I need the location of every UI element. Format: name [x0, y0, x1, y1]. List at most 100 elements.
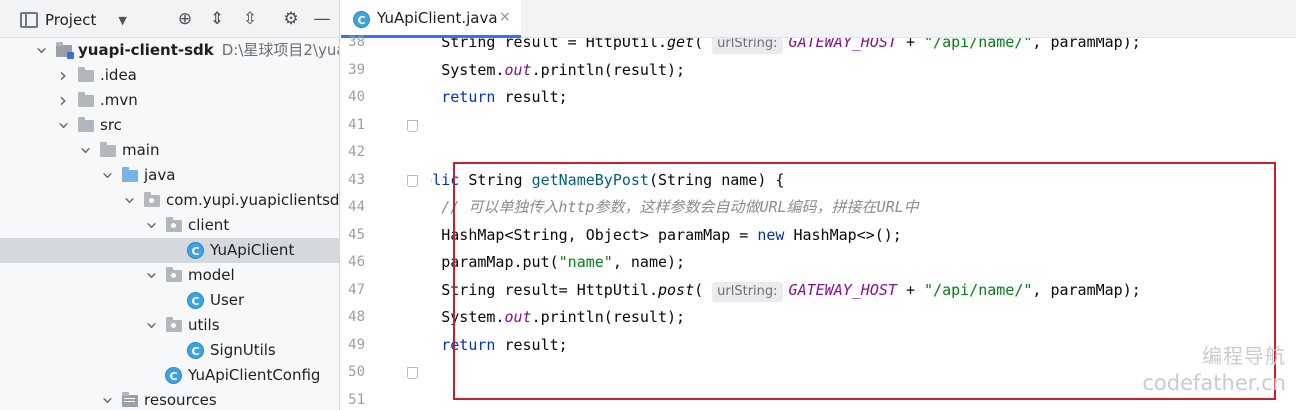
tree-item-label: .mvn	[100, 88, 138, 113]
code-token: out	[504, 308, 532, 326]
fold-marker-icon[interactable]	[407, 174, 418, 187]
code-line: public String getNameByPost(String name)…	[431, 167, 784, 194]
chevron-down-icon[interactable]	[144, 263, 158, 291]
crosshair-icon[interactable]: ⊕	[174, 8, 196, 30]
tree-item-label: resources	[144, 388, 217, 410]
project-view-selector[interactable]: Project ▼	[20, 9, 127, 31]
tree-item-text: yuapi-client-sdk	[78, 41, 214, 59]
java-class-icon: C	[165, 367, 182, 384]
line-number: 41	[348, 116, 365, 133]
code-token: String result = HttpUtil.	[441, 38, 668, 51]
line-number-gutter: 38 39 40 41 42 43 44 45 46 47 48 49 50 51	[341, 34, 418, 410]
fold-marker-icon[interactable]	[407, 367, 418, 379]
minimize-icon[interactable]: —	[311, 8, 333, 30]
tree-item-text: resources	[144, 391, 217, 409]
tree-item-text: utils	[188, 316, 220, 334]
fold-marker-icon[interactable]	[407, 119, 418, 132]
project-panel-icon	[20, 12, 38, 28]
code-token: System.	[441, 308, 505, 326]
tree-item-signutils[interactable]: C SignUtils	[0, 338, 339, 363]
java-class-icon: C	[353, 11, 370, 28]
source-folder-icon	[122, 167, 138, 182]
chevron-down-icon[interactable]	[144, 313, 158, 341]
module-path: D:\星球项目2\yuapi-b	[221, 41, 339, 59]
code-line: // 可以单独传入http参数，这样参数会自动做URL编码，拼接在URL中	[431, 194, 918, 221]
tree-item-utils[interactable]: utils	[0, 313, 339, 341]
tab-label: YuApiClient.java	[377, 9, 498, 27]
code-token: +	[896, 38, 925, 51]
tree-item-user[interactable]: C User	[0, 288, 339, 313]
tree-item-text: src	[100, 116, 122, 134]
chevron-down-icon[interactable]	[122, 188, 136, 216]
tree-item-label: yuapi-client-sdk D:\星球项目2\yuapi-b	[78, 38, 339, 63]
resources-folder-icon	[122, 392, 138, 407]
chevron-down-icon[interactable]: ▼	[118, 14, 126, 27]
chevron-down-icon[interactable]	[100, 388, 114, 410]
chevron-right-icon[interactable]	[56, 88, 70, 116]
package-folder-icon	[166, 267, 182, 282]
code-line: String result= HttpUtil.post( urlString:…	[431, 277, 1141, 304]
code-token: paramMap.put(	[441, 253, 559, 271]
folder-icon	[78, 117, 94, 132]
tree-item-idea[interactable]: .idea	[0, 63, 339, 91]
watermark-cn: 编程导航	[1202, 344, 1286, 368]
close-icon[interactable]: ×	[499, 9, 511, 25]
folder-icon	[78, 67, 94, 82]
editor-tab-bar: C YuApiClient.java ×	[341, 0, 1296, 38]
collapse-all-icon[interactable]: ⇳	[239, 8, 261, 30]
java-class-icon: C	[187, 292, 204, 309]
tree-item-yuapiclient[interactable]: C YuApiClient	[0, 238, 339, 263]
chevron-down-icon[interactable]	[144, 213, 158, 241]
tree-item-yuapiclientconfig[interactable]: C YuApiClientConfig	[0, 363, 339, 388]
parameter-hint: urlString:	[712, 281, 783, 302]
code-token: (	[694, 38, 713, 51]
expand-all-icon[interactable]: ⇕	[206, 8, 228, 30]
chevron-down-icon[interactable]	[34, 38, 48, 66]
tree-item-java[interactable]: java	[0, 163, 339, 191]
code-token: HashMap<String, Object> paramMap =	[441, 225, 749, 244]
project-tool-window: Project ▼ ⊕ ⇕ ⇳ ⚙ — yuapi-client-sdk D:\星…	[0, 0, 340, 410]
tree-item-text: SignUtils	[210, 341, 276, 359]
code-line: return result;	[431, 84, 567, 111]
code-line: System.out.println(result);	[431, 304, 685, 331]
code-token: .println(result);	[531, 308, 686, 326]
package-folder-icon	[144, 192, 160, 207]
tab-yuapiclient-java[interactable]: C YuApiClient.java ×	[341, 0, 521, 38]
code-token: GATEWAY_HOST	[788, 280, 897, 299]
code-token: return	[441, 335, 496, 354]
line-number: 44	[348, 199, 365, 215]
tree-item-src[interactable]: src	[0, 113, 339, 141]
project-panel-header: Project ▼ ⊕ ⇕ ⇳ ⚙ —	[0, 0, 339, 38]
java-class-icon: C	[187, 342, 204, 359]
code-line: paramMap.put("name", name);	[431, 249, 685, 276]
code-token: get	[667, 38, 695, 51]
tree-item-yuapi-client-sdk[interactable]: yuapi-client-sdk D:\星球项目2\yuapi-b	[0, 38, 339, 66]
code-token: "/api/name/"	[924, 38, 1033, 51]
tree-item-label: java	[144, 163, 175, 188]
tree-item-main[interactable]: main	[0, 138, 339, 166]
code-token: HashMap<>();	[784, 225, 902, 244]
chevron-down-icon[interactable]	[78, 138, 92, 166]
tree-item-text: com.yupi.yuapiclientsdk	[166, 191, 340, 209]
chevron-down-icon[interactable]	[100, 163, 114, 191]
code-token: , paramMap);	[1032, 38, 1141, 51]
tree-item-com-yupi-yuapiclientsdk[interactable]: com.yupi.yuapiclientsdk	[0, 188, 340, 216]
tree-item-label: com.yupi.yuapiclientsdk	[166, 188, 340, 213]
tree-item-resources[interactable]: resources	[0, 388, 339, 410]
tree-item-client[interactable]: client	[0, 213, 339, 241]
gear-icon[interactable]: ⚙	[280, 8, 302, 30]
tree-item-model[interactable]: model	[0, 263, 339, 291]
tree-item-label: client	[188, 213, 229, 238]
chevron-right-icon[interactable]	[56, 63, 70, 91]
code-token: +	[896, 280, 925, 299]
line-number: 45	[348, 226, 365, 243]
chevron-down-icon[interactable]	[56, 113, 70, 141]
line-number: 51	[348, 391, 365, 408]
line-number: 49	[348, 336, 365, 353]
code-token: (String name) {	[648, 170, 785, 189]
tree-item-mvn[interactable]: .mvn	[0, 88, 339, 116]
code-token: System.	[441, 60, 505, 79]
line-number: 47	[348, 281, 365, 298]
tree-item-label: YuApiClient	[210, 238, 294, 263]
module-folder-icon	[56, 42, 74, 59]
